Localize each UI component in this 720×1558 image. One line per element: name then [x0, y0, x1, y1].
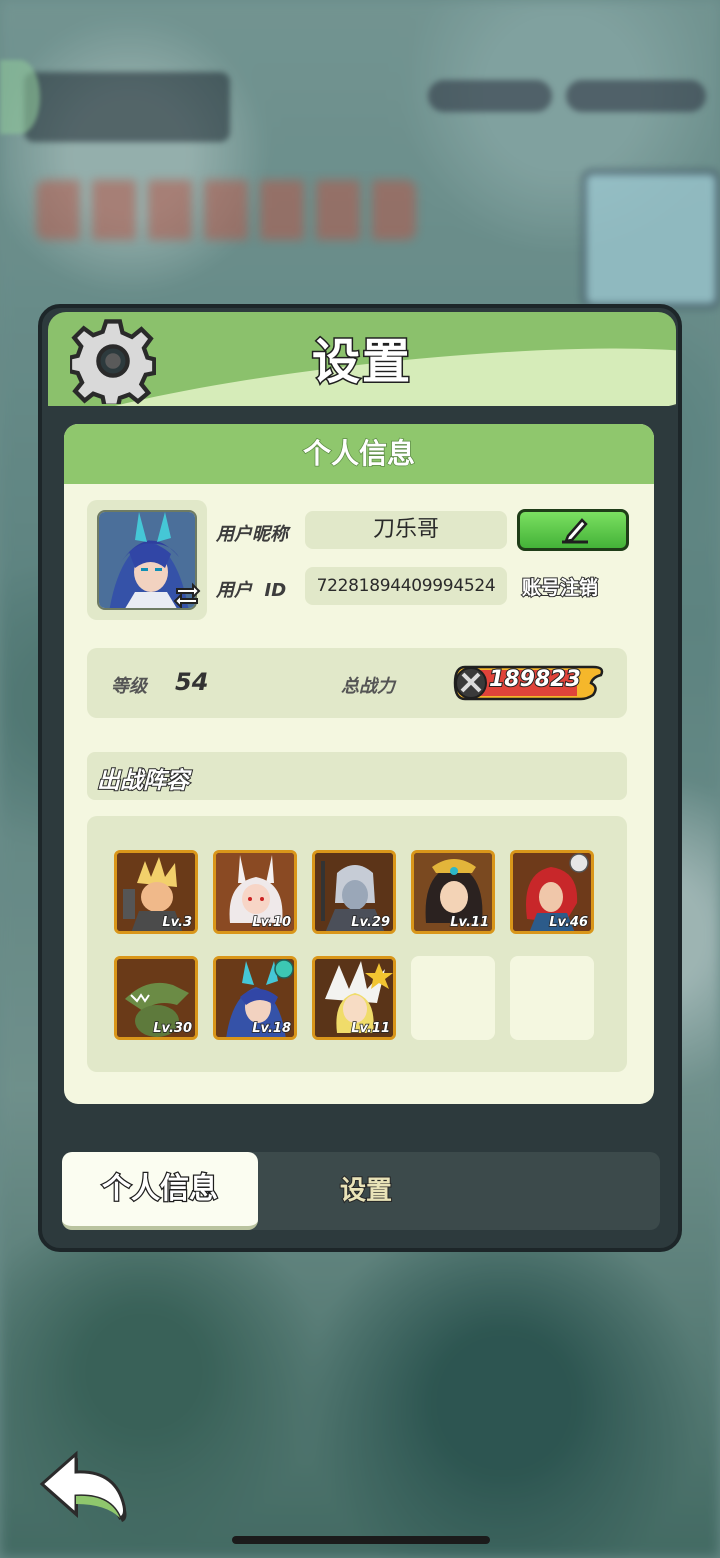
hero-level: Lv.3	[162, 914, 193, 931]
hud-coin-counter	[566, 80, 706, 112]
account-delete-link[interactable]: 账号注销	[521, 573, 599, 600]
edit-nickname-button[interactable]	[517, 509, 629, 551]
lineup-title: 出战阵容	[96, 767, 190, 795]
power-label: 总战力	[341, 676, 395, 697]
home-indicator[interactable]	[232, 1536, 490, 1544]
empty-hero-slot[interactable]	[411, 956, 495, 1040]
tab-settings[interactable]: 设置	[339, 1152, 393, 1230]
hero-slot[interactable]: Lv.10	[213, 850, 297, 934]
nickname-label: 用户昵称	[216, 524, 288, 545]
hero-level: Lv.46	[549, 914, 589, 931]
stats-bar: 等级 54 总战力 189823	[87, 648, 627, 718]
swap-arrows-icon[interactable]	[173, 580, 201, 608]
card-header: 个人信息	[64, 424, 654, 484]
lineup-header: 出战阵容	[87, 752, 627, 800]
minimap	[582, 170, 720, 308]
user-id-field: 72281894409994524	[305, 567, 507, 605]
hero-slot[interactable]: Lv.18	[213, 956, 297, 1040]
lineup-grid: Lv.3 Lv.10 Lv.29 Lv.11 Lv.46 Lv.30 Lv.18…	[87, 816, 627, 1072]
profile-card: 个人信息 用户昵称 刀乐哥 用户 ID 72281894409994524 账号…	[64, 424, 654, 1104]
hud-side-button	[0, 60, 40, 134]
hero-level: Lv.29	[351, 914, 391, 931]
hero-level: Lv.10	[252, 914, 292, 931]
hero-slot[interactable]: Lv.30	[114, 956, 198, 1040]
hero-level: Lv.30	[153, 1020, 193, 1037]
tab-profile[interactable]: 个人信息	[62, 1152, 258, 1230]
empty-hero-slot[interactable]	[510, 956, 594, 1040]
hud-gem-counter	[428, 80, 552, 112]
hero-level: Lv.11	[450, 914, 490, 931]
level-label: 等级	[111, 676, 147, 697]
hud-hero-row	[36, 180, 416, 240]
hero-slot[interactable]: Lv.29	[312, 850, 396, 934]
hud-player-bar	[24, 72, 230, 142]
avatar-frame[interactable]	[87, 500, 207, 620]
user-id-label: 用户 ID	[216, 580, 287, 601]
hero-slot[interactable]: Lv.3	[114, 850, 198, 934]
power-value: 189823	[488, 666, 582, 693]
hero-level: Lv.11	[351, 1020, 391, 1037]
panel-header: 设置	[48, 312, 676, 406]
hero-slot[interactable]: Lv.46	[510, 850, 594, 934]
panel-tabs: 个人信息 设置	[62, 1152, 660, 1230]
back-arrow-icon[interactable]	[36, 1448, 132, 1524]
power-badge: 189823	[453, 665, 605, 701]
pencil-icon	[562, 518, 588, 544]
panel-title: 设置	[310, 333, 412, 392]
level-value: 54	[175, 668, 209, 696]
hero-level: Lv.18	[252, 1020, 292, 1037]
hero-slot[interactable]: Lv.11	[411, 850, 495, 934]
nickname-field: 刀乐哥	[305, 511, 507, 549]
hero-slot[interactable]: Lv.11	[312, 956, 396, 1040]
